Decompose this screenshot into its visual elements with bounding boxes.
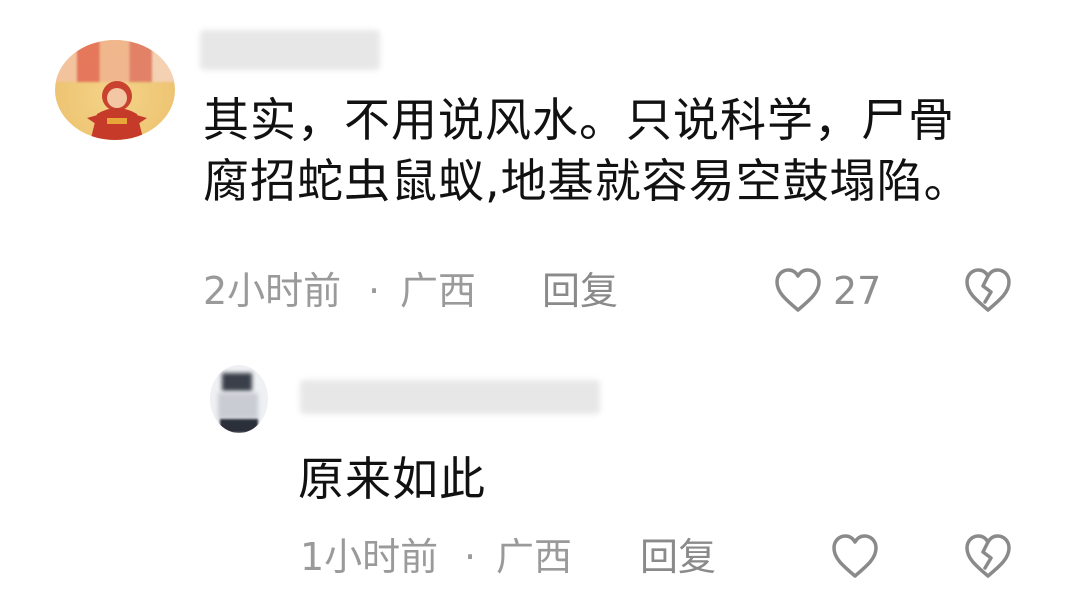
like-count: 27 <box>833 269 882 313</box>
heart-outline-icon[interactable] <box>830 532 880 580</box>
commenter-avatar[interactable] <box>55 40 175 140</box>
meta-separator: · <box>368 269 381 313</box>
commenter-username[interactable] <box>200 30 380 70</box>
reply-text: 原来如此 <box>298 452 486 506</box>
replier-username[interactable] <box>300 380 600 414</box>
replier-avatar[interactable] <box>210 365 268 433</box>
avatar-figure-icon <box>87 81 147 140</box>
avatar-blur <box>220 419 258 433</box>
heart-outline-icon[interactable] <box>773 266 823 314</box>
comment-line-2: 腐招蛇虫鼠蚁,地基就容易空鼓塌陷。 <box>203 154 971 208</box>
reply-button[interactable]: 回复 <box>542 268 618 314</box>
meta-separator: · <box>464 535 477 579</box>
reply-location: 广西 <box>496 535 573 579</box>
comment-text: 其实，不用说风水。只说科学，尸骨 腐招蛇虫鼠蚁,地基就容易空鼓塌陷。 <box>203 90 1023 212</box>
avatar-blur <box>222 373 252 391</box>
broken-heart-icon[interactable] <box>962 532 1014 580</box>
comment-line-1: 其实，不用说风水。只说科学，尸骨 <box>203 93 955 147</box>
comment-location: 广西 <box>400 269 477 313</box>
reply-reply-button[interactable]: 回复 <box>640 534 716 580</box>
broken-heart-icon[interactable] <box>962 266 1014 314</box>
comment-time: 2小时前 <box>203 269 342 313</box>
reply-time: 1小时前 <box>300 535 439 579</box>
avatar-blur <box>218 393 258 419</box>
